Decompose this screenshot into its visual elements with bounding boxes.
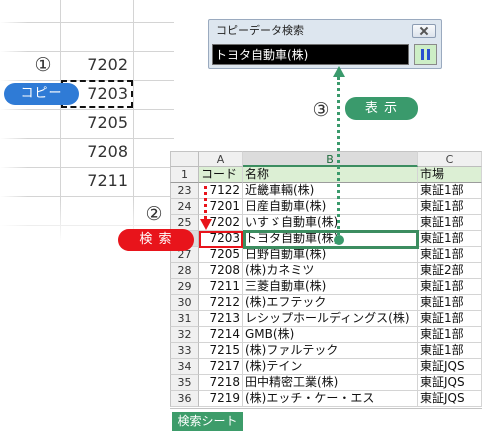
cell-name[interactable]: (株)ファルテック bbox=[243, 343, 418, 359]
cell-code[interactable]: 7211 bbox=[199, 279, 243, 295]
table-row: 25 7202 いすゞ自動車(株) 東証1部 bbox=[170, 215, 482, 231]
pause-button[interactable] bbox=[414, 44, 437, 65]
cell-market[interactable]: 東証1部 bbox=[418, 295, 482, 311]
source-cell: 7208 bbox=[87, 142, 128, 161]
table-row: 28 7208 (株)カネミツ 東証2部 bbox=[170, 263, 482, 279]
cell-name[interactable]: 日産自動車(株) bbox=[243, 199, 418, 215]
cell-market[interactable]: 東証1部 bbox=[418, 199, 482, 215]
cell-code[interactable]: 7218 bbox=[199, 375, 243, 391]
cell-code[interactable]: 7217 bbox=[199, 359, 243, 375]
display-arrow-line bbox=[337, 77, 340, 235]
row-number[interactable]: 31 bbox=[170, 311, 199, 327]
cell-market[interactable]: 東証1部 bbox=[418, 311, 482, 327]
cell-name[interactable]: 近畿車輛(株) bbox=[243, 183, 418, 199]
select-all-corner[interactable] bbox=[170, 151, 199, 167]
row-number[interactable]: 36 bbox=[170, 391, 199, 407]
source-cell: 7211 bbox=[87, 171, 128, 190]
arrow-up-icon bbox=[333, 66, 345, 77]
cell-name[interactable]: GMB(株) bbox=[243, 327, 418, 343]
table-row: 30 7212 (株)エフテック 東証1部 bbox=[170, 295, 482, 311]
copy-search-window: コピーデータ検索 bbox=[208, 19, 442, 69]
display-callout: 表 示 bbox=[345, 97, 418, 120]
step-1-label: ① bbox=[34, 54, 52, 76]
row-number[interactable]: 28 bbox=[170, 263, 199, 279]
sheet-bottom-border bbox=[170, 408, 482, 409]
cell-code[interactable]: 7219 bbox=[199, 391, 243, 407]
cell-code[interactable]: 7205 bbox=[199, 247, 243, 263]
column-header-a[interactable]: A bbox=[199, 151, 243, 167]
arrow-origin-dot bbox=[334, 235, 344, 245]
row-number[interactable]: 23 bbox=[170, 183, 199, 199]
table-row: 34 7217 (株)テイン 東証JQS bbox=[170, 359, 482, 375]
copy-callout: コピー bbox=[4, 83, 79, 105]
source-cell: 7205 bbox=[87, 113, 128, 132]
cell-name[interactable]: 三菱自動車(株) bbox=[243, 279, 418, 295]
cell-code[interactable]: 7213 bbox=[199, 311, 243, 327]
cell-name[interactable]: 田中精密工業(株) bbox=[243, 375, 418, 391]
spreadsheet: A B C 1 コード 名称 市場 23 7122 近畿車輛(株) 東証1部 2… bbox=[170, 151, 482, 407]
row-number[interactable]: 34 bbox=[170, 359, 199, 375]
close-button[interactable] bbox=[412, 24, 436, 38]
cell-code[interactable]: 7214 bbox=[199, 327, 243, 343]
row-number[interactable]: 29 bbox=[170, 279, 199, 295]
cell-market[interactable]: 東証1部 bbox=[418, 231, 482, 247]
table-row: 36 7219 (株)エッチ・ケー・エス 東証JQS bbox=[170, 391, 482, 407]
table-row: 32 7214 GMB(株) 東証1部 bbox=[170, 327, 482, 343]
arrow-down-icon bbox=[200, 219, 212, 230]
table-row: 29 7211 三菱自動車(株) 東証1部 bbox=[170, 279, 482, 295]
row-number[interactable]: 33 bbox=[170, 343, 199, 359]
search-hit-highlight bbox=[199, 231, 243, 248]
cell-code[interactable]: 7212 bbox=[199, 295, 243, 311]
table-row: 35 7218 田中精密工業(株) 東証JQS bbox=[170, 375, 482, 391]
table-row: 24 7201 日産自動車(株) 東証1部 bbox=[170, 199, 482, 215]
cell-name[interactable]: (株)テイン bbox=[243, 359, 418, 375]
cell-name[interactable]: (株)エフテック bbox=[243, 295, 418, 311]
pause-icon bbox=[421, 49, 424, 60]
sheet-tab-search[interactable]: 検索シート bbox=[172, 412, 243, 431]
step-2-label: ② bbox=[145, 203, 163, 225]
row-number[interactable]: 24 bbox=[170, 199, 199, 215]
cell-code[interactable]: 7215 bbox=[199, 343, 243, 359]
cell-market[interactable]: 東証1部 bbox=[418, 279, 482, 295]
row-number[interactable]: 30 bbox=[170, 295, 199, 311]
window-title: コピーデータ検索 bbox=[216, 24, 304, 37]
cell-name[interactable]: いすゞ自動車(株) bbox=[243, 215, 418, 231]
cell-market[interactable]: 東証JQS bbox=[418, 391, 482, 407]
search-callout: 検 索 bbox=[118, 229, 194, 251]
cell-market[interactable]: 東証1部 bbox=[418, 183, 482, 199]
tutorial-canvas: 7202 7203 7205 7208 7211 ① ② ③ コピー 表 示 コ… bbox=[0, 0, 489, 439]
step-3-label: ③ bbox=[312, 99, 330, 121]
row-number[interactable]: 35 bbox=[170, 375, 199, 391]
cell-market[interactable]: 東証1部 bbox=[418, 327, 482, 343]
search-result-field[interactable] bbox=[212, 44, 409, 65]
search-arrow-line bbox=[204, 186, 207, 219]
column-header-row: A B C bbox=[170, 151, 482, 167]
cell-name[interactable]: (株)エッチ・ケー・エス bbox=[243, 391, 418, 407]
column-header-b[interactable]: B bbox=[243, 151, 418, 167]
table-row: 27 7205 日野自動車(株) 東証1部 bbox=[170, 247, 482, 263]
source-cell: 7202 bbox=[87, 55, 128, 74]
active-cell-highlight bbox=[243, 230, 419, 249]
cell-name[interactable]: レシップホールディングス(株) bbox=[243, 311, 418, 327]
cell-name[interactable]: (株)カネミツ bbox=[243, 263, 418, 279]
column-header-c[interactable]: C bbox=[418, 151, 482, 167]
row-number[interactable]: 32 bbox=[170, 327, 199, 343]
header-cell-market[interactable]: 市場 bbox=[418, 167, 482, 183]
cell-market[interactable]: 東証2部 bbox=[418, 263, 482, 279]
header-row: 1 コード 名称 市場 bbox=[170, 167, 482, 183]
table-row: 31 7213 レシップホールディングス(株) 東証1部 bbox=[170, 311, 482, 327]
header-cell-code[interactable]: コード bbox=[199, 167, 243, 183]
cell-market[interactable]: 東証1部 bbox=[418, 247, 482, 263]
cell-market[interactable]: 東証1部 bbox=[418, 215, 482, 231]
row-number[interactable]: 1 bbox=[170, 167, 199, 183]
table-row: 23 7122 近畿車輛(株) 東証1部 bbox=[170, 183, 482, 199]
cell-code[interactable]: 7208 bbox=[199, 263, 243, 279]
cell-name[interactable]: 日野自動車(株) bbox=[243, 247, 418, 263]
table-row: 33 7215 (株)ファルテック 東証1部 bbox=[170, 343, 482, 359]
cell-market[interactable]: 東証JQS bbox=[418, 375, 482, 391]
cell-market[interactable]: 東証JQS bbox=[418, 359, 482, 375]
header-cell-name[interactable]: 名称 bbox=[243, 167, 418, 183]
cell-market[interactable]: 東証1部 bbox=[418, 343, 482, 359]
